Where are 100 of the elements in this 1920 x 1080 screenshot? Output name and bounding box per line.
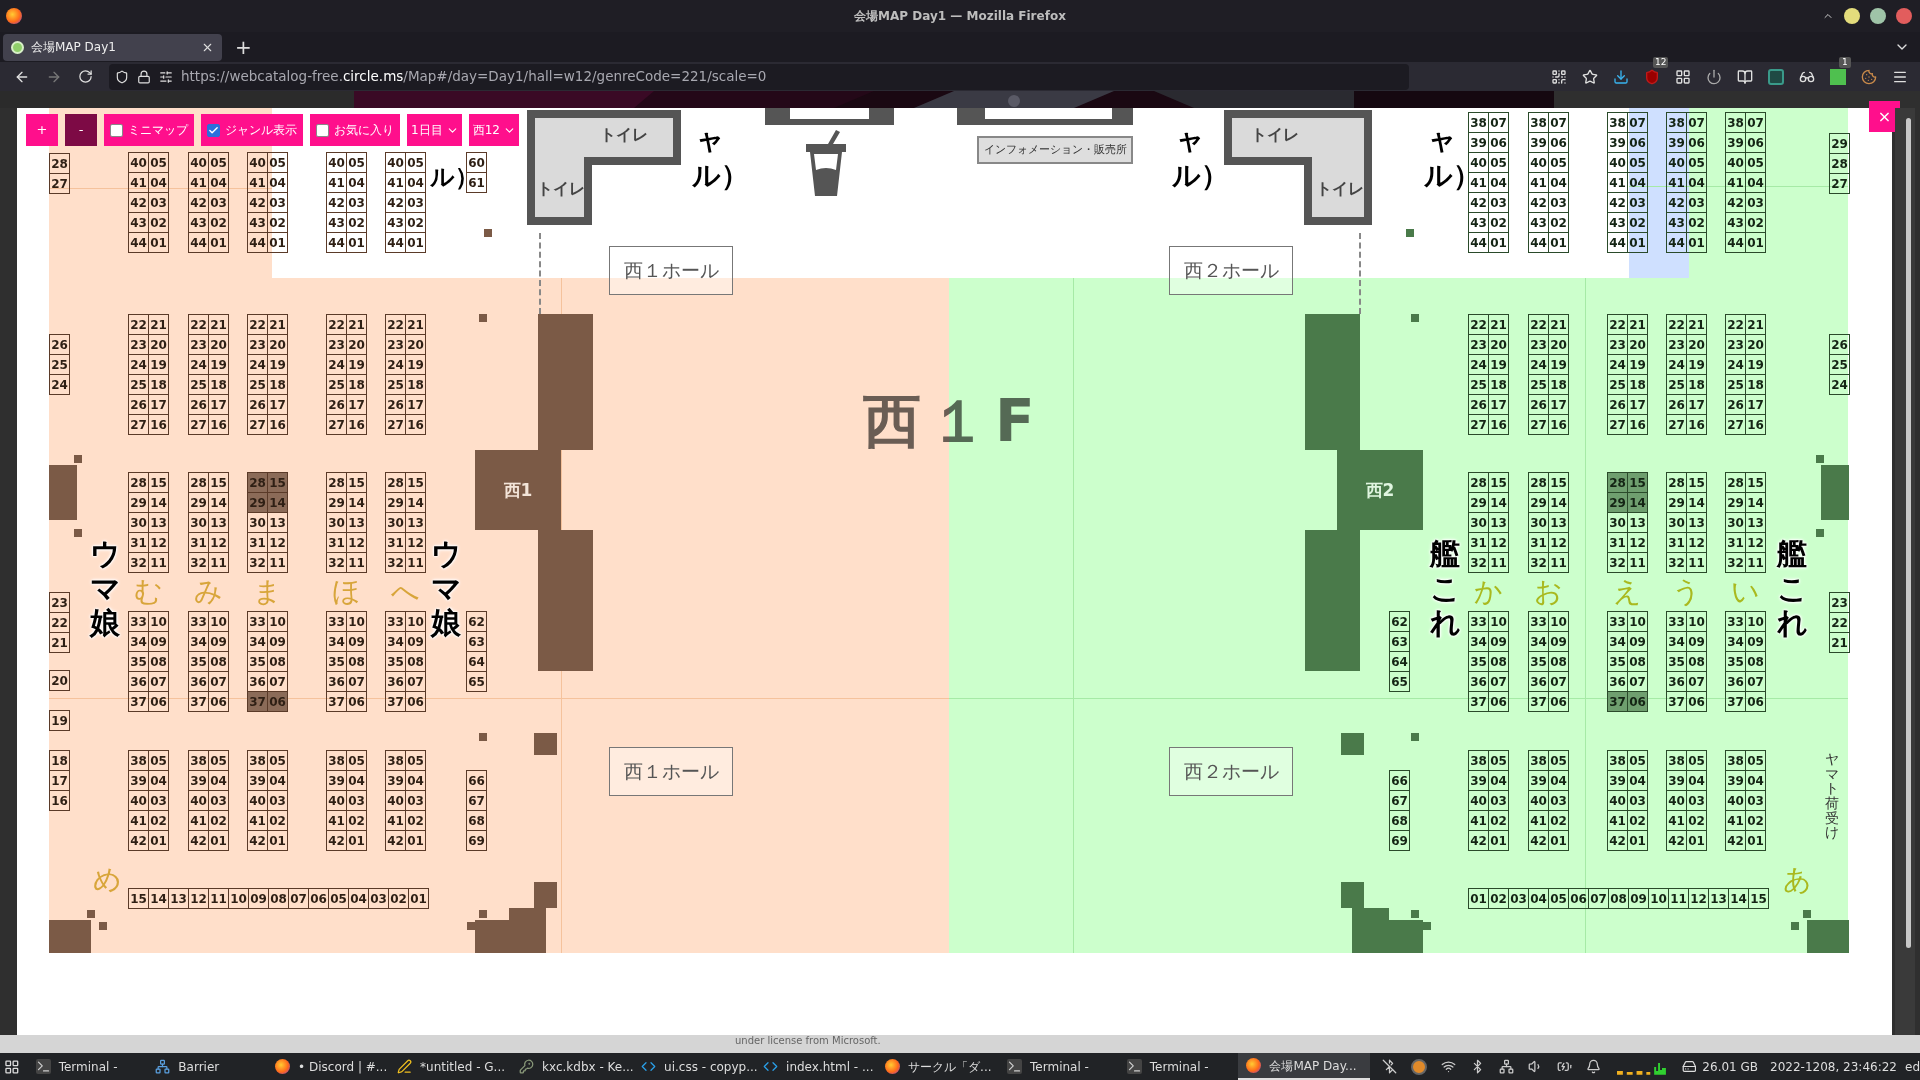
booth-number[interactable]: 03 — [347, 193, 367, 213]
booth-number[interactable]: 38 — [327, 751, 347, 771]
booth-number[interactable]: 17 — [1687, 395, 1707, 415]
booth-number[interactable]: 33 — [1726, 612, 1746, 632]
booth-number[interactable]: 26 — [1469, 395, 1489, 415]
booth-number[interactable]: 44 — [1726, 233, 1746, 253]
booth-number[interactable]: 16 — [1549, 415, 1569, 435]
booth-number[interactable]: 17 — [1628, 395, 1648, 415]
booth-number[interactable]: 03 — [268, 193, 288, 213]
booth-number[interactable]: 02 — [268, 811, 288, 831]
booth-number[interactable]: 05 — [347, 751, 367, 771]
booth-number[interactable]: 16 — [1746, 415, 1766, 435]
booth-number[interactable]: 01 — [149, 233, 169, 253]
booth-number[interactable]: 24 — [1608, 355, 1628, 375]
booth-number[interactable]: 31 — [386, 533, 406, 553]
booth-number[interactable]: 11 — [209, 889, 229, 909]
booth-number[interactable]: 07 — [1589, 889, 1609, 909]
booth-number[interactable]: 03 — [369, 889, 389, 909]
booth-number[interactable]: 41 — [129, 811, 149, 831]
booth-number[interactable]: 10 — [1649, 889, 1669, 909]
booth-number[interactable]: 20 — [347, 335, 367, 355]
booth-number[interactable]: 07 — [347, 672, 367, 692]
booth-number[interactable]: 20 — [1687, 335, 1707, 355]
booth-number[interactable]: 21 — [347, 315, 367, 335]
booth-number[interactable]: 03 — [1687, 193, 1707, 213]
booth-number[interactable]: 21 — [50, 633, 70, 653]
booth-number[interactable]: 05 — [347, 153, 367, 173]
booth-number[interactable]: 28 — [129, 473, 149, 493]
booth-number[interactable]: 12 — [1687, 533, 1707, 553]
booth-number[interactable]: 08 — [269, 889, 289, 909]
booth-number[interactable]: 31 — [1726, 533, 1746, 553]
booth-number[interactable]: 25 — [327, 375, 347, 395]
booth-number[interactable]: 41 — [327, 811, 347, 831]
booth-number[interactable]: 43 — [386, 213, 406, 233]
booth-number[interactable]: 37 — [1608, 692, 1628, 712]
booth-number[interactable]: 29 — [1469, 493, 1489, 513]
booth-number[interactable]: 10 — [1489, 612, 1509, 632]
booth-number[interactable]: 14 — [1628, 493, 1648, 513]
booth-number[interactable]: 39 — [1726, 771, 1746, 791]
booth-number[interactable]: 38 — [248, 751, 268, 771]
booth-number[interactable]: 12 — [406, 533, 426, 553]
booth-number[interactable]: 38 — [386, 751, 406, 771]
booth-number[interactable]: 04 — [209, 771, 229, 791]
toggle-checkbox[interactable]: ジャンル表示 — [201, 114, 303, 146]
booth-number[interactable]: 27 — [1529, 415, 1549, 435]
booth-number[interactable]: 03 — [1746, 193, 1766, 213]
booth-number[interactable]: 17 — [209, 395, 229, 415]
booth-number[interactable]: 39 — [1667, 771, 1687, 791]
booth-number[interactable]: 40 — [386, 791, 406, 811]
booth-number[interactable]: 30 — [327, 513, 347, 533]
booth-number[interactable]: 15 — [1549, 473, 1569, 493]
booth-number[interactable]: 38 — [189, 751, 209, 771]
booth-number[interactable]: 29 — [1529, 493, 1549, 513]
booth-number[interactable]: 35 — [1667, 652, 1687, 672]
booth-number[interactable]: 06 — [1746, 692, 1766, 712]
booth-number[interactable]: 15 — [209, 473, 229, 493]
booth-number[interactable]: 18 — [406, 375, 426, 395]
booth-number[interactable]: 41 — [1667, 811, 1687, 831]
booth-number[interactable]: 02 — [1746, 213, 1766, 233]
booth-number[interactable]: 22 — [1726, 315, 1746, 335]
booth-number[interactable]: 25 — [1667, 375, 1687, 395]
booth-number[interactable]: 29 — [189, 493, 209, 513]
booth-number[interactable]: 12 — [1489, 533, 1509, 553]
booth-number[interactable]: 37 — [386, 692, 406, 712]
booth-number[interactable]: 39 — [386, 771, 406, 791]
booth-number[interactable]: 18 — [50, 751, 70, 771]
booth-number[interactable]: 67 — [1390, 791, 1410, 811]
booth-number[interactable]: 16 — [50, 791, 70, 811]
booth-number[interactable]: 19 — [50, 711, 70, 731]
booth-number[interactable]: 16 — [1628, 415, 1648, 435]
booth-number[interactable]: 01 — [406, 233, 426, 253]
booth-number[interactable]: 22 — [189, 315, 209, 335]
booth-number[interactable]: 06 — [149, 692, 169, 712]
booth-number[interactable]: 32 — [248, 553, 268, 573]
booth-number[interactable]: 39 — [1529, 133, 1549, 153]
booth-number[interactable]: 40 — [386, 153, 406, 173]
booth-number[interactable]: 28 — [1469, 473, 1489, 493]
booth-number[interactable]: 17 — [406, 395, 426, 415]
booth-number[interactable]: 04 — [268, 771, 288, 791]
booth-number[interactable]: 12 — [149, 533, 169, 553]
booth-number[interactable]: 13 — [149, 513, 169, 533]
booth-number[interactable]: 43 — [1608, 213, 1628, 233]
booth-number[interactable]: 16 — [268, 415, 288, 435]
booth-number[interactable]: 10 — [229, 889, 249, 909]
booth-number[interactable]: 68 — [467, 811, 487, 831]
booth-number[interactable]: 16 — [1489, 415, 1509, 435]
booth-number[interactable]: 34 — [1608, 632, 1628, 652]
taskbar-item[interactable]: 会場MAP Day... — [1238, 1053, 1370, 1080]
booth-number[interactable]: 31 — [1667, 533, 1687, 553]
booth-number[interactable]: 04 — [1549, 173, 1569, 193]
booth-number[interactable]: 43 — [327, 213, 347, 233]
booth-number[interactable]: 62 — [467, 612, 487, 632]
booth-number[interactable]: 14 — [1687, 493, 1707, 513]
booth-number[interactable]: 38 — [1469, 751, 1489, 771]
booth-number[interactable]: 27 — [386, 415, 406, 435]
booth-number[interactable]: 28 — [1726, 473, 1746, 493]
booth-number[interactable]: 26 — [1529, 395, 1549, 415]
booth-number[interactable]: 43 — [1667, 213, 1687, 233]
booth-number[interactable]: 31 — [189, 533, 209, 553]
zoom-in-button[interactable]: + — [26, 114, 58, 146]
